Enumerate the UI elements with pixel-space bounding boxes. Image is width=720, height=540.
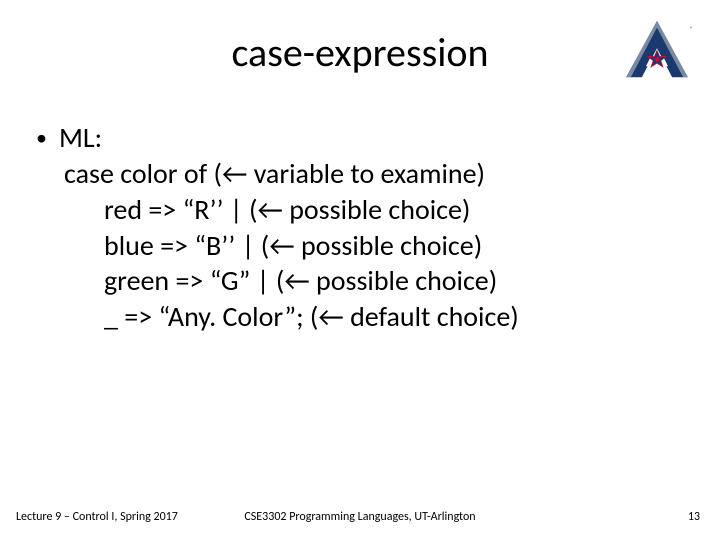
svg-text:™: ™ [690, 26, 692, 32]
slide-number: 13 [688, 510, 700, 524]
bullet-text: ML: [59, 120, 102, 156]
code-line: green => “G” | (← possible choice) [36, 263, 684, 299]
slide: case-expression ™ • ML: case color of (←… [0, 0, 720, 540]
footer-center: CSE3302 Programming Languages, UT-Arling… [0, 510, 720, 524]
uta-logo: ™ [622, 18, 692, 80]
slide-title: case-expression [0, 28, 720, 77]
code-line: _ => “Any. Color”; (← default choice) [36, 299, 684, 335]
code-line: red => “R’’ | (← possible choice) [36, 192, 684, 228]
code-line: blue => “B’’ | (← possible choice) [36, 228, 684, 264]
bullet-dot: • [36, 120, 47, 156]
bullet-item: • ML: [36, 120, 684, 156]
slide-content: • ML: case color of (← variable to exami… [36, 120, 684, 335]
code-line: case color of (← variable to examine) [36, 156, 684, 192]
